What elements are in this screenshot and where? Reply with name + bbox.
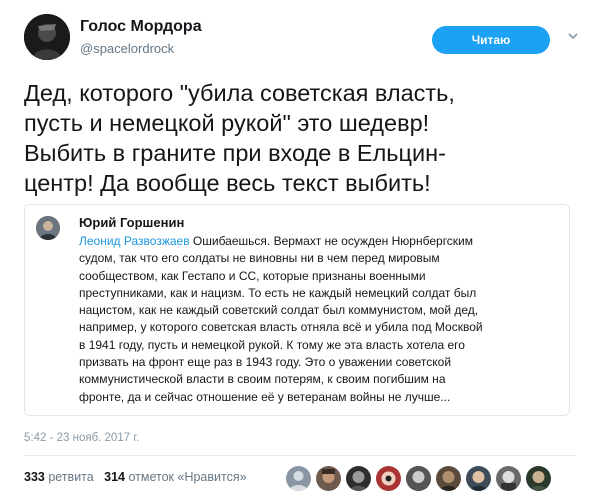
mention-link[interactable]: Леонид Развозжаев: [79, 234, 190, 248]
liker-avatar[interactable]: [526, 466, 551, 491]
like-count[interactable]: 314: [104, 470, 125, 484]
retweet-count[interactable]: 333: [24, 470, 45, 484]
quoted-line: сообществом, как Гестапо и СС, которые п…: [79, 268, 426, 283]
author-avatar[interactable]: [24, 14, 70, 60]
quoted-line: например, у которого советская власть от…: [79, 320, 483, 335]
like-label[interactable]: отметок «Нравится»: [128, 470, 246, 484]
tweet-text: Дед, которого "убила советская власть, п…: [24, 78, 584, 198]
tweet-line: центр! Да вообще весь текст выбить!: [24, 170, 431, 196]
author-avatar-image: [24, 14, 70, 60]
retweet-label[interactable]: ретвита: [48, 470, 93, 484]
quoted-line-text: Ошибаешься. Вермахт не осужден Нюрнбергс…: [189, 234, 474, 248]
liker-avatar[interactable]: [436, 466, 461, 491]
quoted-tweet[interactable]: Юрий Горшенин Леонид Развозжаев Ошибаешь…: [24, 204, 570, 416]
tweet-timestamp[interactable]: 5:42 - 23 нояб. 2017 г.: [24, 432, 139, 444]
quoted-line: коммунистической власти в своим потерям,…: [79, 372, 446, 387]
quoted-line: фронте, да и сейчас отношение её у ветер…: [79, 389, 451, 404]
liker-avatar[interactable]: [406, 466, 431, 491]
quoted-line: нацистом, как не каждый советский солдат…: [79, 303, 479, 318]
quoted-line: судом, так что его солдаты не виновны ни…: [79, 251, 440, 266]
liker-avatar[interactable]: [316, 466, 341, 491]
quoted-avatar-image: [36, 216, 60, 240]
author-handle[interactable]: @spacelordrock: [80, 41, 174, 56]
quoted-text: Леонид Развозжаев Ошибаешься. Вермахт не…: [79, 233, 563, 406]
tweet-line: Выбить в граните при входе в Ельцин-: [24, 140, 446, 166]
tweet-header: Голос Мордора @spacelordrock Читаю: [0, 0, 600, 72]
quoted-line: в 1941 году, пусть и немецкой рукой. К т…: [79, 337, 465, 352]
liker-avatar[interactable]: [496, 466, 521, 491]
author-name[interactable]: Голос Мордора: [80, 18, 202, 36]
quoted-author-name: Юрий Горшенин: [79, 215, 185, 230]
tweet-line: Дед, которого "убила советская власть,: [24, 80, 455, 106]
liker-avatar[interactable]: [466, 466, 491, 491]
liker-avatar[interactable]: [286, 466, 311, 491]
quoted-line: Леонид Развозжаев Ошибаешься. Вермахт не…: [79, 233, 563, 250]
divider: [24, 455, 576, 456]
chevron-down-icon[interactable]: [567, 30, 579, 42]
liker-avatar[interactable]: [346, 466, 371, 491]
tweet-stats: 333 ретвита 314 отметок «Нравится»: [24, 470, 247, 490]
liker-avatar[interactable]: [376, 466, 401, 491]
quoted-line: преступниками, как и нацизм. То есть не …: [79, 285, 477, 300]
following-button[interactable]: Читаю: [432, 26, 550, 54]
tweet-line: пусть и немецкой рукой" это шедевр!: [24, 110, 430, 136]
quoted-author-avatar: [36, 216, 60, 240]
quoted-line: призвать на фронт еще раз в 1943 году. Э…: [79, 355, 452, 370]
